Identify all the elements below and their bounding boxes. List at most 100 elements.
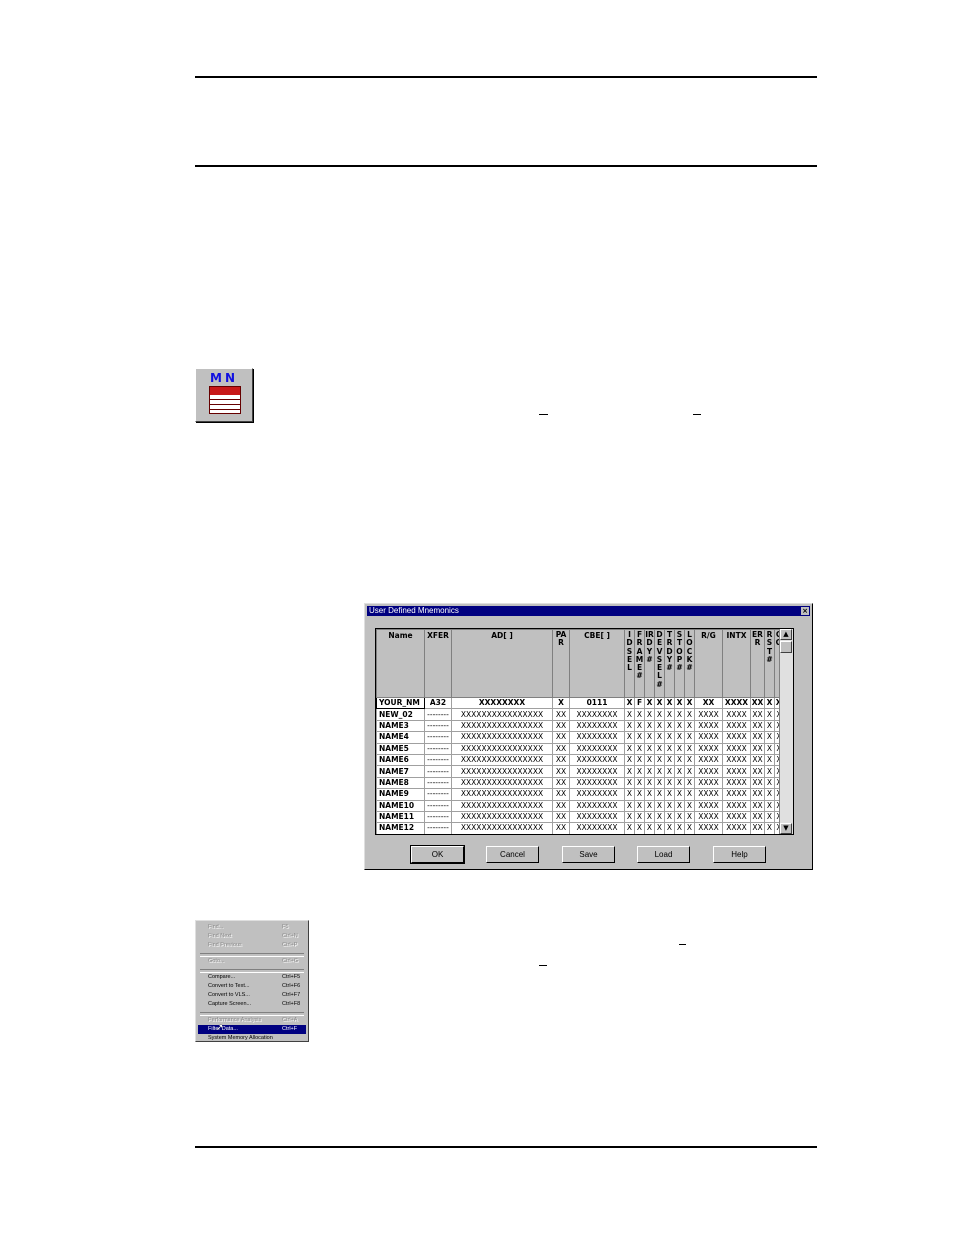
table-cell[interactable]: X xyxy=(644,742,655,755)
table-cell[interactable]: XXXX xyxy=(694,753,723,767)
table-cell[interactable]: XXXXXXXX xyxy=(569,810,625,824)
table-cell[interactable]: XXXX xyxy=(722,708,751,721)
table-cell[interactable]: X xyxy=(674,765,685,778)
table-cell[interactable]: -------- xyxy=(424,753,452,767)
table-cell[interactable]: XXXX xyxy=(694,742,723,755)
table-cell[interactable]: X xyxy=(764,696,775,710)
table-cell[interactable]: XXXXXXXXXXXXXXXX xyxy=(451,822,553,834)
table-cell[interactable]: XXXXXXXX xyxy=(569,788,625,801)
table-cell[interactable]: XXXXXXXXXXXXXXXX xyxy=(451,753,553,767)
table-cell[interactable]: X xyxy=(684,731,695,744)
column-header[interactable]: AD[ ] xyxy=(451,629,553,698)
table-cell[interactable]: X xyxy=(664,753,675,767)
menu-item[interactable]: System Memory Allocation xyxy=(198,1034,306,1043)
table-cell[interactable]: X xyxy=(624,731,635,744)
table-cell[interactable]: -------- xyxy=(424,742,452,755)
table-cell[interactable]: XXXXXXXXXXXXXXXX xyxy=(451,776,553,790)
table-cell[interactable]: XXXX xyxy=(694,731,723,744)
table-cell[interactable]: X xyxy=(634,708,645,721)
table-cell[interactable]: -------- xyxy=(424,810,452,824)
mnemonic-name-cell[interactable]: NAME12 xyxy=(376,822,425,834)
column-header[interactable]: PAR xyxy=(552,629,570,698)
table-cell[interactable]: X xyxy=(654,719,665,733)
table-cell[interactable]: XXXXXXXXXXXXXXXX xyxy=(451,742,553,755)
column-header[interactable]: IDSEL xyxy=(624,629,635,698)
table-cell[interactable]: X xyxy=(624,742,635,755)
table-cell[interactable]: -------- xyxy=(424,788,452,801)
table-cell[interactable]: X xyxy=(764,788,775,801)
table-cell[interactable]: XXXXXXXXXXXXXXXX xyxy=(451,788,553,801)
table-cell[interactable]: X xyxy=(684,753,695,767)
table-cell[interactable]: X xyxy=(684,810,695,824)
table-cell[interactable]: XXXXXXXXXXXXXXXX xyxy=(451,810,553,824)
user-mnemonics-toolbar-icon[interactable]: MN xyxy=(195,368,253,422)
table-cell[interactable]: X xyxy=(624,799,635,812)
table-cell[interactable]: X xyxy=(634,719,645,733)
table-cell[interactable]: XX xyxy=(750,719,765,733)
mnemonic-name-cell[interactable]: NEW_02 xyxy=(376,708,425,721)
table-cell[interactable]: -------- xyxy=(424,708,452,721)
mnemonic-name-cell[interactable]: NAME9 xyxy=(376,788,425,801)
mnemonic-name-cell[interactable]: NAME8 xyxy=(376,776,425,790)
table-cell[interactable]: X xyxy=(684,719,695,733)
column-header[interactable]: R/G xyxy=(694,629,723,698)
table-cell[interactable]: X xyxy=(654,708,665,721)
table-cell[interactable]: X xyxy=(624,753,635,767)
table-cell[interactable]: X xyxy=(664,776,675,790)
table-cell[interactable]: X xyxy=(654,753,665,767)
table-cell[interactable]: X xyxy=(624,822,635,834)
table-cell[interactable]: X xyxy=(634,753,645,767)
table-cell[interactable]: X xyxy=(644,810,655,824)
table-cell[interactable]: X xyxy=(634,799,645,812)
table-cell[interactable]: XXXXXXXXXXXXXXXX xyxy=(451,708,553,721)
table-cell[interactable]: XXXXXXXX xyxy=(569,753,625,767)
table-cell[interactable]: X xyxy=(664,742,675,755)
load-button[interactable]: Load xyxy=(637,846,690,863)
table-cell[interactable]: XXXX xyxy=(722,731,751,744)
menu-item[interactable]: Filter Data... Ctrl+F xyxy=(198,1025,306,1034)
table-cell[interactable]: XXXX xyxy=(722,765,751,778)
table-cell[interactable]: XX xyxy=(750,822,765,834)
table-cell[interactable]: XX xyxy=(750,731,765,744)
table-cell[interactable]: X xyxy=(654,799,665,812)
table-cell[interactable]: XX xyxy=(552,822,570,834)
table-cell[interactable]: XXXX xyxy=(722,696,751,710)
mnemonic-name-cell[interactable]: NAME3 xyxy=(376,719,425,733)
table-cell[interactable]: -------- xyxy=(424,822,452,834)
table-cell[interactable]: A32 xyxy=(424,696,452,710)
table-cell[interactable]: X xyxy=(674,719,685,733)
table-cell[interactable]: X xyxy=(644,799,655,812)
table-cell[interactable]: XXXX xyxy=(722,753,751,767)
table-cell[interactable]: X xyxy=(764,799,775,812)
table-cell[interactable]: X xyxy=(684,708,695,721)
table-cell[interactable]: X xyxy=(654,742,665,755)
table-cell[interactable]: X xyxy=(684,765,695,778)
table-cell[interactable]: X xyxy=(634,776,645,790)
column-header[interactable]: RST# xyxy=(764,629,775,698)
column-header[interactable]: CBE[ ] xyxy=(569,629,625,698)
table-cell[interactable]: X xyxy=(644,788,655,801)
table-cell[interactable]: XXXXXXXX xyxy=(569,765,625,778)
table-cell[interactable]: XXXX xyxy=(694,719,723,733)
table-cell[interactable]: X xyxy=(674,708,685,721)
table-cell[interactable]: X xyxy=(674,753,685,767)
column-header[interactable]: INTX xyxy=(722,629,751,698)
mnemonic-name-cell[interactable]: YOUR_NM xyxy=(376,696,425,710)
table-cell[interactable]: XXXX xyxy=(722,719,751,733)
table-cell[interactable]: X xyxy=(684,696,695,710)
table-cell[interactable]: X xyxy=(764,719,775,733)
table-cell[interactable]: X xyxy=(764,753,775,767)
column-header[interactable]: Name xyxy=(376,629,425,698)
table-cell[interactable]: X xyxy=(634,810,645,824)
column-header[interactable]: IRDY# xyxy=(644,629,655,698)
column-header[interactable]: XFER xyxy=(424,629,452,698)
table-cell[interactable]: X xyxy=(764,708,775,721)
table-cell[interactable]: X xyxy=(674,822,685,834)
table-cell[interactable]: X xyxy=(552,696,570,710)
table-cell[interactable]: -------- xyxy=(424,731,452,744)
table-cell[interactable]: X xyxy=(644,776,655,790)
table-cell[interactable]: X xyxy=(764,742,775,755)
table-cell[interactable]: X xyxy=(764,822,775,834)
table-cell[interactable]: XXXXXXXXXXXXXXXX xyxy=(451,719,553,733)
table-cell[interactable]: XX xyxy=(552,708,570,721)
